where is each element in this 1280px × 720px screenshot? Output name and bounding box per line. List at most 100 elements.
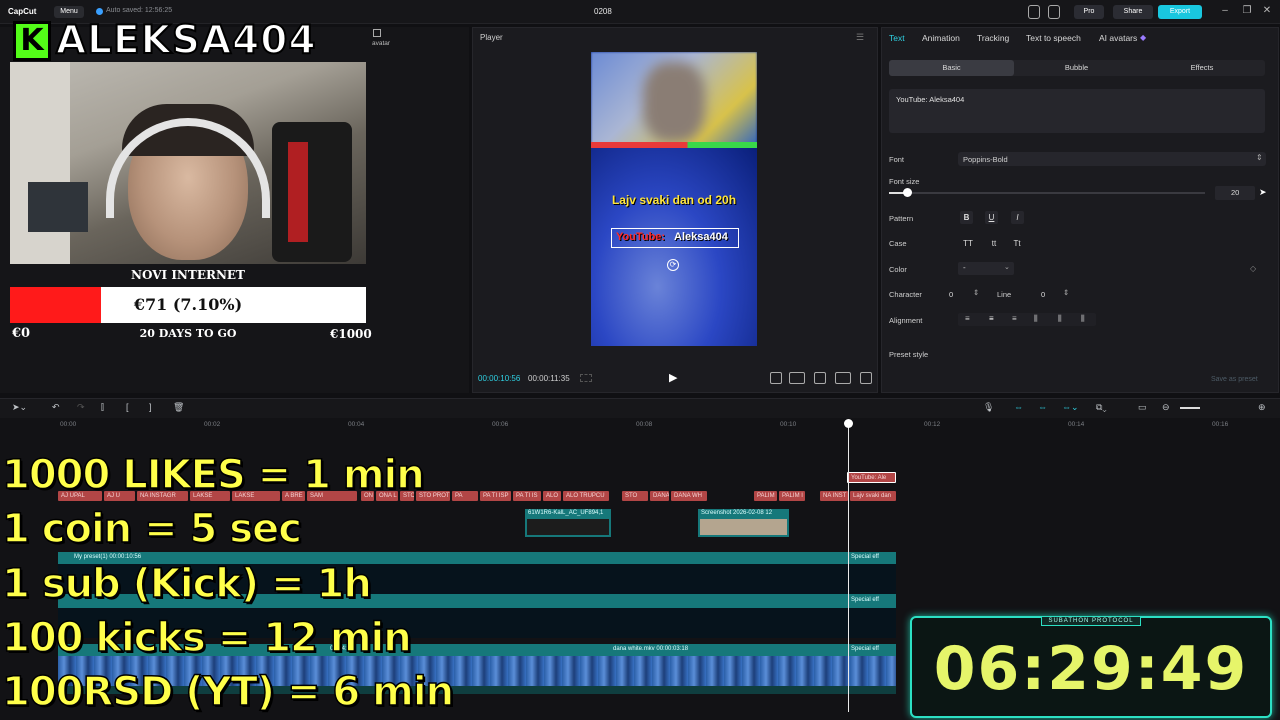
keyframe-icon[interactable]: ◇ — [1250, 264, 1256, 273]
undo-icon[interactable]: ↶ — [52, 402, 60, 413]
minimize-icon[interactable]: – — [1218, 4, 1232, 18]
image-clip-b[interactable]: Screenshot 2026-02-08 12 — [698, 509, 789, 537]
text-clip[interactable]: ALO TRUPCU — [563, 491, 609, 501]
caption-icon[interactable]: ▭ — [1138, 402, 1147, 413]
font-select[interactable]: Poppins-Bold ⇕ — [958, 152, 1266, 166]
tab-animation[interactable]: Animation — [922, 33, 960, 43]
goal-min: €0 — [12, 326, 31, 341]
play-icon[interactable]: ▶ — [669, 371, 677, 384]
frames-icon[interactable] — [580, 374, 592, 382]
vertical-top-icon[interactable]: ⫼ — [1034, 314, 1038, 324]
tab-text[interactable]: Text — [889, 33, 905, 43]
selected-text-clip[interactable]: YouTube: Ale — [847, 472, 896, 483]
line-stepper[interactable]: 0 ⇕ — [1025, 288, 1075, 301]
save-preset-button[interactable]: Save as preset — [1211, 376, 1258, 383]
preview-axis-icon[interactable]: ⇔⌄ — [1062, 402, 1079, 413]
aspect-icon[interactable] — [835, 372, 851, 384]
tab-ai-avatars[interactable]: AI avatars — [1099, 33, 1137, 43]
chevron-down-icon: ⌄ — [1004, 264, 1010, 271]
text-clip[interactable]: PALIM I — [779, 491, 805, 501]
link-icon[interactable]: ⇔ — [1014, 402, 1023, 412]
subathon-timer: SUBATHON PROTOCOL 06:29:49 — [910, 616, 1272, 718]
close-icon[interactable]: ✕ — [1260, 4, 1274, 18]
text-clip[interactable]: PA TI ISP — [480, 491, 511, 501]
case-title-button[interactable]: Tt — [1009, 237, 1025, 250]
line-value: 0 — [1041, 290, 1046, 299]
share-button[interactable]: Share — [1113, 5, 1153, 19]
tab-tracking[interactable]: Tracking — [977, 33, 1009, 43]
font-size-label: Font size — [889, 177, 920, 186]
crop-icon[interactable] — [814, 372, 826, 384]
subtab-bubble[interactable]: Bubble — [1014, 60, 1139, 76]
align-right-icon[interactable]: ≡ — [1012, 314, 1017, 323]
split-right-icon[interactable]: ] — [149, 402, 152, 412]
zoom-out-icon[interactable]: ⊖ — [1162, 402, 1170, 413]
underline-button[interactable]: U — [985, 211, 998, 224]
case-lower-button[interactable]: tt — [986, 237, 1002, 250]
split-left-icon[interactable]: [ — [126, 402, 129, 412]
text-clip[interactable]: PA TI IS — [513, 491, 541, 501]
vertical-middle-icon[interactable]: ⫼ — [1058, 314, 1062, 324]
align-center-icon[interactable]: ≡ — [989, 314, 994, 323]
magnet-icon[interactable]: ⇔ — [1038, 402, 1047, 412]
image-clip-b-label: Screenshot 2026-02-08 12 — [701, 510, 773, 516]
color-select[interactable]: - ⌄ — [958, 262, 1014, 275]
rule-rsd: 100RSD (YT) = 6 min — [1, 668, 455, 716]
project-name[interactable]: 0208 — [594, 7, 612, 16]
stepper-icon: ⇕ — [1063, 288, 1070, 297]
delete-icon[interactable]: 🗑 — [173, 402, 184, 413]
case-upper-button[interactable]: TT — [960, 237, 976, 250]
playhead[interactable] — [848, 422, 849, 712]
select-tool-icon[interactable]: ➤⌄ — [12, 402, 27, 413]
export-button[interactable]: Export — [1158, 5, 1202, 19]
preview-selected-text[interactable]: YouTube: Aleksa404 — [611, 228, 739, 248]
fullscreen-icon[interactable] — [860, 372, 872, 384]
tab-text-to-speech[interactable]: Text to speech — [1026, 33, 1081, 43]
font-size-slider-handle[interactable] — [903, 188, 912, 197]
image-clip-a[interactable]: 61W1R6-KalL_AC_UF894,1 — [525, 509, 611, 537]
pro-button[interactable]: Pro — [1074, 5, 1104, 19]
text-clip[interactable]: NA INST — [820, 491, 848, 501]
avatar-icon[interactable] — [373, 29, 381, 37]
menu-button[interactable]: Menu — [54, 6, 84, 18]
gaming-chair — [272, 122, 352, 262]
character-value: 0 — [949, 290, 954, 299]
text-clip[interactable]: PALIM — [754, 491, 777, 501]
playhead-handle[interactable] — [844, 419, 853, 428]
text-input[interactable]: YouTube: Aleksa404 — [889, 89, 1265, 133]
rule-likes: 1000 LIKES = 1 min — [1, 451, 425, 499]
ratio-icon[interactable] — [770, 372, 782, 384]
text-clip[interactable]: DANA — [650, 491, 669, 501]
redo-icon[interactable]: ↷ — [77, 402, 85, 413]
vertical-bottom-icon[interactable]: ⫼ — [1081, 314, 1085, 324]
rotate-handle-icon[interactable]: ⟳ — [667, 259, 679, 271]
text-clip[interactable]: PA — [452, 491, 478, 501]
font-size-input[interactable]: 20 — [1215, 186, 1255, 200]
text-clip[interactable]: Lajv svaki dan — [850, 491, 896, 501]
restore-icon[interactable]: ❐ — [1240, 4, 1254, 18]
ruler-label: 00:00 — [60, 421, 77, 428]
split-screen-icon[interactable]: ⧉⌄ — [1096, 402, 1107, 413]
subtab-effects[interactable]: Effects — [1139, 60, 1265, 76]
text-clip[interactable]: STO — [622, 491, 648, 501]
hd-icon[interactable] — [789, 372, 805, 384]
layout-icon[interactable] — [1028, 5, 1040, 19]
text-clip[interactable]: ALO — [543, 491, 561, 501]
italic-button[interactable]: I — [1011, 211, 1024, 224]
zoom-slider[interactable] — [1180, 407, 1200, 409]
zoom-fit-icon[interactable]: ⊕ — [1258, 402, 1266, 413]
mic-icon[interactable]: 🎙 — [983, 402, 994, 413]
video-preview[interactable]: Lajv svaki dan od 20h YouTube: Aleksa404… — [591, 52, 757, 346]
character-stepper[interactable]: 0 ⇕ — [933, 288, 983, 301]
pro-label: Pro — [1083, 8, 1095, 15]
properties-panel — [881, 27, 1279, 393]
font-size-slider-track[interactable] — [889, 192, 1205, 194]
shortcuts-icon[interactable] — [1048, 5, 1060, 19]
align-left-icon[interactable]: ≡ — [965, 314, 970, 323]
player-menu-icon[interactable]: ☰ — [856, 32, 864, 43]
export-label: Export — [1169, 8, 1191, 15]
split-icon[interactable]: ⫿ — [101, 402, 104, 413]
text-clip[interactable]: DANA WH — [671, 491, 707, 501]
subtab-basic[interactable]: Basic — [889, 60, 1014, 76]
bold-button[interactable]: B — [960, 211, 973, 224]
